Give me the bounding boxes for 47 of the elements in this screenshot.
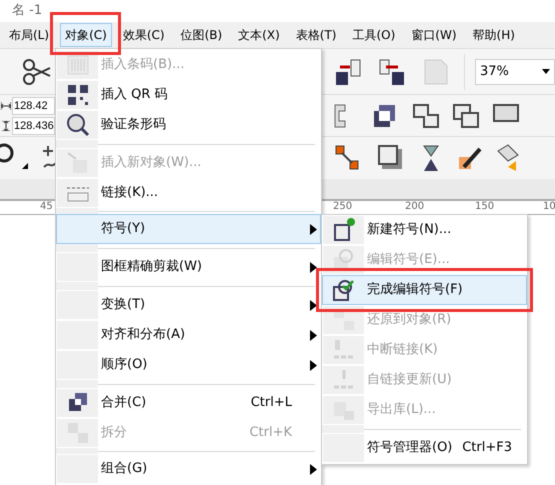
height-field[interactable]: 128.436 <box>12 116 55 134</box>
menu-bar-item[interactable]: 窗口(W) <box>406 23 462 47</box>
ruler-label: 10 <box>543 201 555 213</box>
shortcut-text: Ctrl+F3 <box>462 439 512 458</box>
window-title: 名 -1 <box>12 2 42 20</box>
menu-item[interactable]: 插入 QR 码 <box>56 80 321 110</box>
menu-bar-item[interactable]: 工具(O) <box>347 23 400 47</box>
magnifier-icon <box>64 112 90 138</box>
shortcut-text: Ctrl+L <box>250 394 292 412</box>
height-arrow-icon <box>1 120 11 130</box>
menu-item[interactable]: 对齐和分布(A) <box>56 320 321 350</box>
width-field[interactable]: 128.42 <box>12 96 55 114</box>
ruler-label: 45 <box>40 201 53 213</box>
submenu-arrow-icon <box>310 464 316 474</box>
menu-item[interactable]: 顺序(O) <box>56 350 321 380</box>
highlight-frame <box>50 12 121 55</box>
menu-item[interactable]: 验证条形码 <box>56 110 321 140</box>
submenu-arrow-icon <box>310 330 316 340</box>
submenu-arrow-icon <box>310 300 316 310</box>
menu-bar-item[interactable]: 效果(C) <box>118 23 170 47</box>
submenu-arrow-icon <box>310 262 316 272</box>
menu-item[interactable]: 图框精确剪裁(W) <box>56 252 321 282</box>
menu-bar-item[interactable]: 帮助(H) <box>468 23 520 47</box>
menu-item[interactable]: 符号(Y) <box>56 214 321 244</box>
menu-bar-item[interactable]: 位图(B) <box>176 23 228 47</box>
menu-item[interactable]: 完成编辑符号(F) <box>322 275 527 305</box>
menu-item[interactable]: 组合(G) <box>56 454 321 484</box>
ruler-label: 150 <box>475 201 494 213</box>
menu-item[interactable]: 符号管理器(O) Ctrl+F3 <box>322 433 527 463</box>
menu-bar-item[interactable]: 文本(X) <box>233 23 285 47</box>
menu-bar-item[interactable]: 布局(L) <box>4 23 54 47</box>
shortcut-text: Ctrl+K <box>249 424 292 442</box>
menu-item[interactable]: 链接(K)... <box>56 178 321 208</box>
scissors-icon[interactable] <box>22 56 52 86</box>
caret-icon <box>542 69 550 74</box>
ruler-label: 250 <box>333 201 352 213</box>
menu-bar-item[interactable]: 对象(C) <box>60 23 112 47</box>
width-arrow-icon <box>1 102 11 110</box>
menu-bar-item[interactable]: 表格(T) <box>290 23 342 47</box>
submenu-arrow-icon <box>310 224 316 234</box>
finish-edit-icon <box>330 277 356 303</box>
ruler-label: 200 <box>405 201 424 213</box>
submenu-arrow-icon <box>310 360 316 370</box>
zoom-dropdown[interactable]: 37% <box>474 58 555 84</box>
menu-item[interactable]: 合并(C) Ctrl+L <box>56 388 321 418</box>
menu-item[interactable]: 新建符号(N)... <box>322 215 527 245</box>
menu-item[interactable]: 变换(T) <box>56 290 321 320</box>
